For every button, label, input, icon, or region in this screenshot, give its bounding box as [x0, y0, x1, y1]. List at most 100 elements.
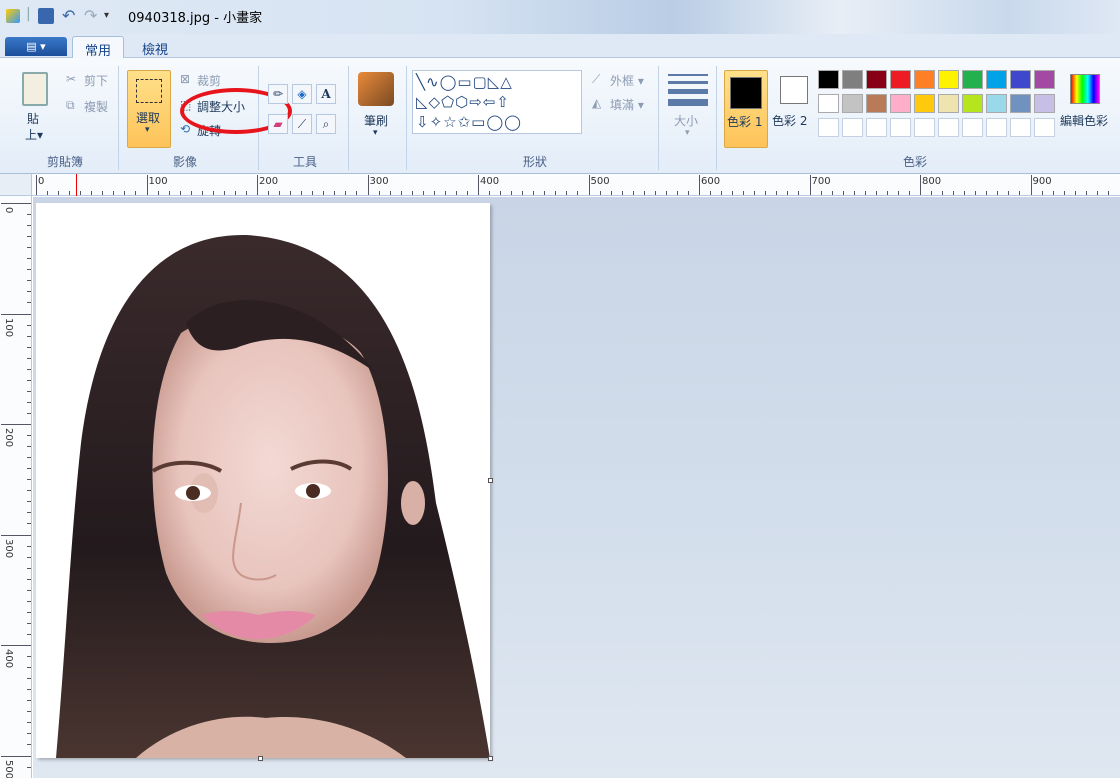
palette-swatch[interactable] [842, 94, 863, 113]
shapes-gallery[interactable]: ╲∿◯▭▢◺△ ◺◇⬠⬡⇨⇦⇧ ⇩✧☆✩▭◯◯ [412, 70, 582, 134]
palette-swatch[interactable] [818, 70, 839, 89]
application-menu-button[interactable]: ▤ ▾ [5, 37, 67, 56]
chevron-down-icon[interactable]: ▾ [373, 128, 378, 138]
palette-swatch[interactable] [818, 94, 839, 113]
palette-swatch[interactable] [986, 94, 1007, 113]
ruler-tick [27, 567, 31, 569]
tab-view[interactable]: 檢視 [130, 36, 180, 58]
shapes-row[interactable]: ╲∿◯▭▢◺△ [416, 73, 513, 91]
undo-icon[interactable]: ↶ [62, 8, 78, 24]
ruler-tick [1, 645, 31, 646]
ruler-tick [27, 446, 31, 448]
color1-swatch [730, 77, 762, 109]
color2-swatch[interactable] [780, 76, 808, 104]
palette-swatch[interactable] [866, 94, 887, 113]
palette-swatch[interactable] [866, 70, 887, 89]
magnifier-icon[interactable]: ⌕ [316, 114, 336, 134]
paste-button-label[interactable]: 貼 [27, 110, 39, 127]
color1-button[interactable]: 色彩 1 [724, 70, 768, 148]
app-icon [6, 9, 20, 23]
ruler-tick [27, 545, 31, 547]
ruler-tick [478, 175, 479, 195]
shapes-row[interactable]: ⇩✧☆✩▭◯◯ [416, 113, 522, 131]
palette-swatch[interactable] [914, 70, 935, 89]
custom-color-slot[interactable] [938, 118, 959, 137]
ruler-tick [908, 191, 910, 195]
ruler-tick [27, 479, 31, 481]
resize-handle-bottom[interactable] [258, 756, 263, 761]
palette-swatch[interactable] [914, 94, 935, 113]
palette-swatch[interactable] [890, 70, 911, 89]
palette-swatch[interactable] [962, 70, 983, 89]
palette-swatch[interactable] [890, 94, 911, 113]
size-button[interactable]: 大小 [674, 112, 698, 129]
save-icon[interactable] [38, 8, 54, 24]
ruler-tick [864, 191, 866, 195]
ruler-tick [665, 191, 667, 195]
select-button[interactable]: 選取 ▾ [127, 70, 171, 148]
ruler-label: 500 [3, 759, 14, 778]
cut-button[interactable]: 剪下 [84, 72, 108, 89]
copy-icon[interactable]: ⧉ [66, 98, 75, 113]
ruler-tick [27, 678, 31, 680]
ruler-tick [27, 656, 31, 658]
cut-icon[interactable]: ✂ [66, 72, 76, 86]
palette-swatch[interactable] [1010, 94, 1031, 113]
resize-handle-right[interactable] [488, 478, 493, 483]
custom-color-slot[interactable] [866, 118, 887, 137]
palette-swatch[interactable] [986, 70, 1007, 89]
palette-swatch[interactable] [1010, 70, 1031, 89]
palette-swatch[interactable] [1034, 94, 1055, 113]
palette-swatch[interactable] [938, 94, 959, 113]
palette-swatch[interactable] [938, 70, 959, 89]
custom-color-slot[interactable] [962, 118, 983, 137]
color2-label[interactable]: 色彩 2 [772, 112, 807, 129]
brushes-button[interactable]: 筆刷 [364, 112, 388, 129]
ruler-tick [1030, 175, 1032, 195]
customize-quick-access-icon[interactable]: ▾ [104, 8, 120, 24]
palette-swatch[interactable] [962, 94, 983, 113]
pencil-icon[interactable]: ✏ [268, 84, 288, 104]
tab-home[interactable]: 常用 [72, 36, 125, 59]
fill-dropdown[interactable]: 填滿 ▾ [610, 96, 644, 113]
ruler-tick [27, 291, 31, 293]
ruler-label: 800 [922, 176, 942, 187]
edit-colors-icon[interactable] [1070, 74, 1100, 104]
paste-icon[interactable] [22, 72, 48, 106]
custom-color-slot[interactable] [818, 118, 839, 137]
chevron-down-icon[interactable]: ▾ [685, 128, 690, 138]
ruler-tick [27, 302, 31, 304]
line-size-icon[interactable] [668, 74, 708, 106]
edit-colors-button[interactable]: 編輯色彩 [1060, 112, 1108, 129]
custom-color-slot[interactable] [890, 118, 911, 137]
ruler-label: 600 [701, 176, 721, 187]
ruler-tick [1, 755, 31, 757]
custom-color-slot[interactable] [986, 118, 1007, 137]
custom-color-slot[interactable] [914, 118, 935, 137]
ruler-tick [710, 191, 712, 195]
crop-button[interactable]: 裁剪 [197, 72, 221, 89]
ruler-tick [1, 534, 31, 536]
palette-swatch[interactable] [842, 70, 863, 89]
ruler-tick [234, 191, 236, 195]
text-tool-icon[interactable]: A [316, 84, 336, 104]
palette-swatch[interactable] [1034, 70, 1055, 89]
fill-bucket-icon[interactable]: ◈ [292, 84, 312, 104]
outline-dropdown[interactable]: 外框 ▾ [610, 72, 644, 89]
eraser-icon[interactable]: ▰ [268, 114, 288, 134]
outline-icon[interactable]: ⟋ [592, 72, 600, 87]
redo-icon[interactable]: ↷ [84, 8, 100, 24]
image-canvas[interactable] [36, 203, 490, 758]
fill-icon[interactable]: ◭ [592, 96, 601, 110]
brush-icon[interactable] [358, 72, 394, 106]
custom-color-slot[interactable] [842, 118, 863, 137]
crop-icon[interactable]: ⊠ [180, 72, 190, 86]
shapes-row[interactable]: ◺◇⬠⬡⇨⇦⇧ [416, 93, 510, 111]
copy-button[interactable]: 複製 [84, 98, 108, 115]
resize-handle-corner[interactable] [488, 756, 493, 761]
rotate-icon[interactable]: ⟲ [180, 122, 190, 136]
paste-dropdown-label[interactable]: 上▾ [25, 126, 43, 143]
color-picker-icon[interactable]: ⟋ [292, 114, 312, 134]
custom-color-slot[interactable] [1034, 118, 1055, 137]
custom-color-slot[interactable] [1010, 118, 1031, 137]
